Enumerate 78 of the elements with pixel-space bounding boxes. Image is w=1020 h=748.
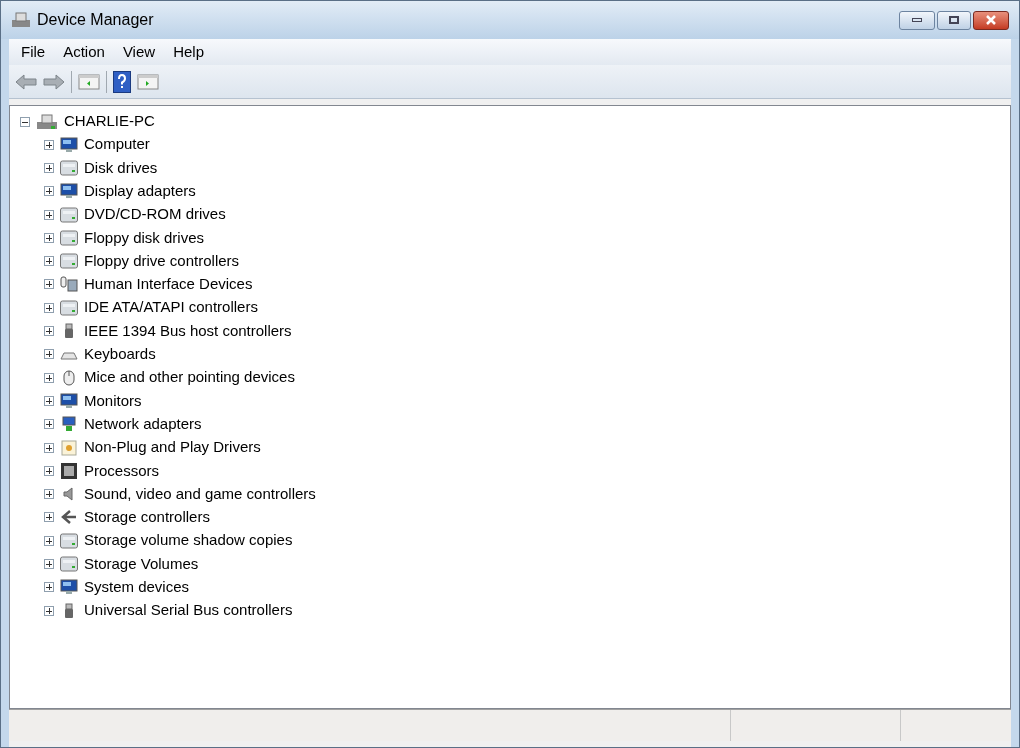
drive-icon — [60, 556, 78, 572]
tree-item[interactable]: Floppy disk drives — [84, 226, 205, 250]
expand-button[interactable] — [44, 232, 54, 243]
expand-button[interactable] — [44, 395, 54, 406]
tree-item[interactable]: Human Interface Devices — [84, 273, 253, 296]
expand-button[interactable] — [44, 419, 54, 430]
panel-icon — [137, 72, 159, 91]
drive-icon — [60, 159, 78, 176]
chip-icon — [60, 462, 78, 479]
expand-button[interactable] — [44, 209, 54, 220]
tree-item[interactable]: Monitors — [84, 389, 142, 413]
tree-item[interactable]: IEEE 1394 Bus host controllers — [84, 319, 292, 343]
monitor-icon — [60, 136, 78, 153]
maximize-button[interactable] — [937, 10, 971, 30]
tree-item[interactable]: CHARLIE-PC — [64, 110, 155, 133]
expand-button[interactable] — [44, 535, 54, 546]
tree-item[interactable]: Processors — [84, 459, 160, 483]
tree-item[interactable]: Mice and other pointing devices — [84, 366, 295, 389]
expand-button[interactable] — [44, 162, 54, 173]
window-title: Device Manager — [37, 10, 154, 30]
tree-item[interactable]: Display adapters — [84, 180, 196, 203]
expand-button[interactable] — [44, 139, 54, 150]
menu-item[interactable]: View — [114, 40, 164, 64]
expand-button[interactable] — [44, 582, 54, 593]
back-button[interactable] — [15, 72, 37, 91]
tree-item[interactable]: Storage controllers — [84, 506, 210, 529]
expand-button[interactable] — [44, 326, 54, 336]
drive-icon — [60, 253, 78, 270]
close-icon — [985, 15, 997, 25]
tree-item[interactable]: Keyboards — [84, 343, 156, 366]
question-icon — [117, 73, 127, 90]
expand-button[interactable] — [44, 512, 54, 523]
minimize-button[interactable] — [899, 10, 935, 30]
drive-icon — [60, 532, 78, 549]
help-button[interactable] — [113, 70, 131, 93]
monitor-icon — [60, 579, 78, 596]
drive-icon — [60, 229, 78, 246]
tree-item[interactable]: Sound, video and game controllers — [84, 482, 316, 506]
monitor-icon — [60, 392, 78, 409]
expand-button[interactable] — [44, 279, 54, 290]
menu-item[interactable]: Help — [165, 40, 212, 64]
tree-item[interactable]: Computer — [84, 133, 150, 156]
network-icon — [60, 416, 78, 433]
device-icon — [60, 276, 78, 293]
drive-icon — [60, 206, 78, 223]
menu-item[interactable]: Action — [55, 40, 113, 64]
computer-icon — [11, 11, 31, 29]
right-arrow-icon — [43, 72, 65, 91]
expand-button[interactable] — [44, 559, 54, 569]
drive-icon — [60, 299, 78, 316]
expand-button[interactable] — [44, 442, 54, 453]
expand-button[interactable] — [44, 186, 54, 197]
tree-item[interactable]: Network adapters — [84, 412, 202, 436]
expand-button[interactable] — [44, 349, 54, 360]
forward-button[interactable] — [43, 72, 65, 91]
computer-icon — [36, 112, 58, 131]
expand-button[interactable] — [44, 302, 54, 313]
monitor-icon — [60, 183, 78, 200]
arrow-icon — [60, 509, 78, 526]
expand-button[interactable] — [44, 489, 54, 500]
expand-button[interactable] — [44, 372, 54, 383]
menu-item[interactable]: File — [13, 40, 54, 64]
tree-item[interactable]: DVD/CD-ROM drives — [84, 203, 226, 226]
tree-item[interactable]: Non-Plug and Play Drivers — [84, 436, 261, 459]
tree-item[interactable]: Storage Volumes — [84, 552, 199, 576]
tree-item[interactable]: Universal Serial Bus controllers — [84, 599, 293, 622]
tree-item[interactable]: System devices — [84, 576, 190, 599]
panel-icon — [78, 72, 100, 91]
collapse-button[interactable] — [20, 116, 30, 127]
expand-button[interactable] — [44, 465, 54, 476]
tree-item[interactable]: Floppy drive controllers — [84, 249, 240, 273]
expand-button[interactable] — [44, 605, 54, 616]
left-arrow-icon — [15, 72, 37, 91]
tree-item[interactable]: IDE ATA/ATAPI controllers — [84, 296, 258, 319]
close-button[interactable] — [973, 10, 1009, 30]
tree-item[interactable]: Storage volume shadow copies — [84, 529, 293, 552]
tree-item[interactable]: Disk drives — [84, 156, 158, 180]
expand-button[interactable] — [44, 256, 54, 267]
